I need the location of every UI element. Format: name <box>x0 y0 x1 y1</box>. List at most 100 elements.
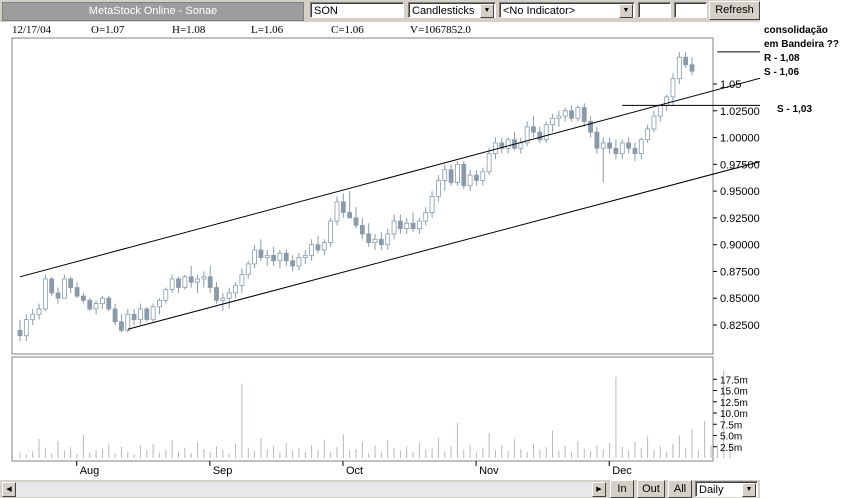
candle-body <box>385 233 391 246</box>
candle-body <box>372 238 378 243</box>
candle-body <box>68 278 74 288</box>
candle-body <box>309 244 315 256</box>
candle-body <box>347 212 353 219</box>
candle-body <box>207 276 213 288</box>
candle-body <box>283 252 289 262</box>
candle-body <box>264 254 270 258</box>
month-label: Dec <box>612 465 632 477</box>
candle-body <box>214 287 219 301</box>
candle-body <box>353 217 359 226</box>
candle-body <box>550 117 555 126</box>
candle-body <box>220 297 226 301</box>
price-tick-label: 0.82500 <box>720 320 760 332</box>
candle-body <box>670 78 676 98</box>
candle-body <box>188 276 194 283</box>
candle-body <box>106 297 112 310</box>
note-support: S - 1,06 <box>764 67 800 78</box>
price-tick-label: 0.85000 <box>720 293 760 305</box>
zoom-in-button[interactable]: In <box>610 480 634 498</box>
note-support-2: S - 1,03 <box>777 104 813 115</box>
candle-body <box>689 64 695 72</box>
candle-body <box>683 56 689 66</box>
candle-body <box>302 254 308 258</box>
candle-body <box>36 308 42 315</box>
volume-tick-label: 15.0m <box>720 387 748 398</box>
scroll-left-icon[interactable]: ◀ <box>2 482 16 497</box>
candle-body <box>239 274 245 286</box>
candle-body <box>138 308 143 321</box>
price-tick-label: 0.97500 <box>720 159 760 171</box>
candle-body <box>252 249 257 265</box>
volume-tick-label: 2.5m <box>720 443 742 454</box>
candle-body <box>176 278 181 288</box>
candle-body <box>226 292 232 299</box>
candle-body <box>55 292 61 299</box>
price-tick-label: 0.90000 <box>720 240 760 252</box>
candle-body <box>131 313 137 321</box>
volume-tick-label: 5.0m <box>720 432 742 443</box>
candle-body <box>321 242 327 251</box>
period-select[interactable]: Daily ▼ <box>695 481 758 497</box>
candle-body <box>531 126 536 133</box>
candle-body <box>423 212 429 222</box>
chevron-down-icon[interactable]: ▼ <box>742 483 756 497</box>
candle-body <box>645 128 651 141</box>
candle-body <box>144 308 150 321</box>
scroll-right-icon[interactable]: ▶ <box>592 482 606 497</box>
candle-body <box>277 252 283 262</box>
candle-body <box>87 299 93 310</box>
price-tick-label: 1.00000 <box>720 133 760 145</box>
candle-body <box>480 171 486 181</box>
month-label: Sep <box>213 465 233 477</box>
volume-tick-label: 7.5m <box>720 420 742 431</box>
candle-body <box>416 220 422 229</box>
candle-body <box>378 238 384 246</box>
candle-body <box>493 142 498 155</box>
candle-body <box>676 56 682 80</box>
candle-body <box>461 163 467 187</box>
candle-body <box>245 263 251 276</box>
candle-body <box>638 139 644 155</box>
candle-body <box>80 295 86 301</box>
candle-body <box>619 142 625 155</box>
price-tick-label: 1.05 <box>720 79 741 91</box>
candle-body <box>340 201 346 213</box>
candle-body <box>613 147 619 155</box>
month-label: Oct <box>346 465 363 477</box>
candle-body <box>448 169 454 183</box>
volume-axis: 17.5m15.0m12.5m10.0m7.5m5.0m2.5m <box>713 375 748 454</box>
candle-body <box>49 278 55 294</box>
volume-tick-label: 17.5m <box>720 375 748 386</box>
candle-body <box>505 139 511 149</box>
candle-body <box>626 142 632 149</box>
candle-body <box>581 107 587 122</box>
candle-body <box>442 169 448 181</box>
candle-body <box>182 276 188 288</box>
note-line-1: consolidação <box>764 25 828 36</box>
zoom-out-button[interactable]: Out <box>637 480 665 498</box>
period-value: Daily <box>699 484 724 496</box>
candle-body <box>93 303 99 310</box>
candle-body <box>258 249 264 258</box>
candle-body <box>467 174 473 187</box>
price-panel <box>11 37 714 355</box>
candle-body <box>651 115 657 130</box>
candle-body <box>486 153 492 173</box>
volume-tick-label: 10.0m <box>720 409 748 420</box>
price-volume-chart: 1.05 1.02500 1.00000 0.97500 0.95000 0.92500 0… <box>11 37 760 477</box>
candle-body <box>562 110 568 117</box>
candle-body <box>543 124 549 141</box>
horizontal-scrollbar[interactable]: ◀ ▶ <box>2 482 606 497</box>
candle-body <box>61 278 67 299</box>
month-label: Nov <box>479 465 499 477</box>
candle-body <box>169 278 175 291</box>
price-axis: 1.05 1.02500 1.00000 0.97500 0.95000 0.92500 0… <box>713 79 760 332</box>
show-all-button[interactable]: All <box>668 480 692 498</box>
price-tick-label: 0.92500 <box>720 213 760 225</box>
candle-body <box>518 142 524 149</box>
candle-body <box>157 299 162 308</box>
time-axis: Aug Sep Oct Nov Dec <box>76 461 632 477</box>
candle-body <box>271 254 276 262</box>
candle-body <box>359 224 365 235</box>
candle-body <box>474 174 479 181</box>
